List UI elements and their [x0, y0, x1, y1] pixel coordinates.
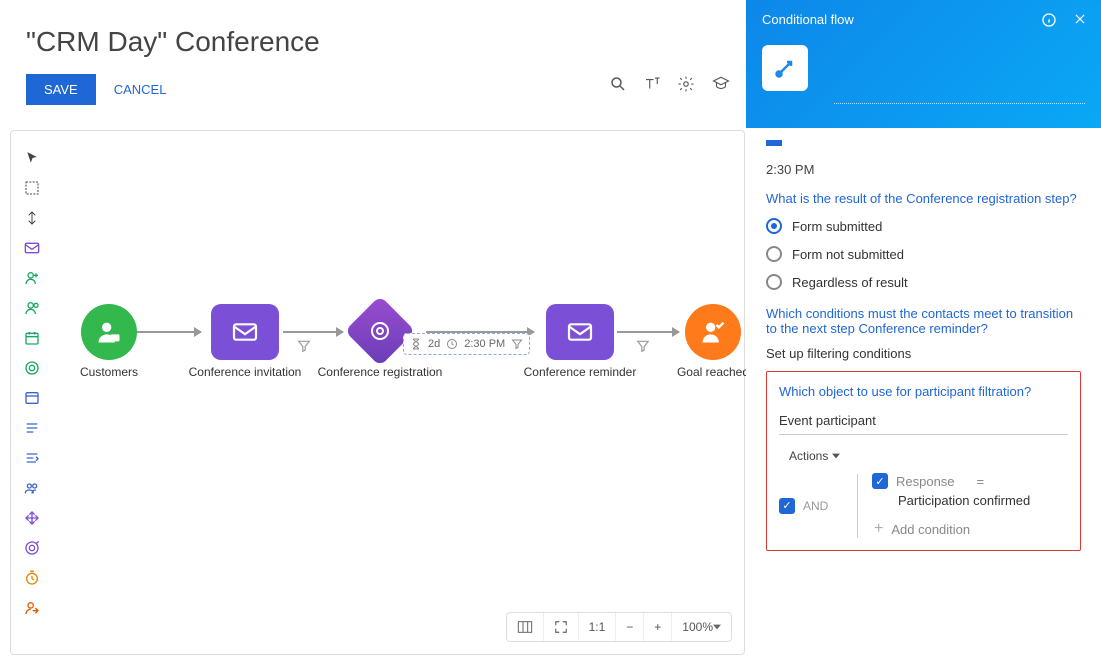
- radio-label: Form submitted: [792, 219, 882, 234]
- plus-icon: +: [874, 520, 883, 538]
- radio-icon: [766, 246, 782, 262]
- filter-icon[interactable]: [297, 339, 311, 356]
- condition-row[interactable]: ✓ Response =: [872, 473, 1068, 489]
- condition-block: ✓ AND ✓ Response = Participation confirm…: [779, 473, 1068, 538]
- checkbox-icon[interactable]: ✓: [779, 498, 795, 514]
- text-tool-icon[interactable]: [643, 75, 661, 98]
- radio-option-2[interactable]: Form not submitted: [766, 246, 1081, 262]
- time-display: 2:30 PM: [766, 156, 1081, 177]
- actions-menu[interactable]: Actions: [789, 449, 1068, 463]
- radio-label: Form not submitted: [792, 247, 904, 262]
- node-goal[interactable]: [685, 304, 741, 360]
- move-icon[interactable]: [23, 509, 41, 527]
- zoom-in-button[interactable]: +: [643, 613, 671, 641]
- timer-icon[interactable]: [23, 569, 41, 587]
- filter-icon: [511, 338, 523, 350]
- exit-icon[interactable]: [23, 599, 41, 617]
- diagram-canvas[interactable]: Customers Conference invitation Conferen…: [53, 131, 744, 654]
- fit-icon[interactable]: [543, 613, 578, 641]
- node-reminder[interactable]: [546, 304, 614, 360]
- node-label: Conference invitation: [175, 365, 315, 379]
- radio-icon: [766, 218, 782, 234]
- group-icon[interactable]: [23, 479, 41, 497]
- node-registration[interactable]: [345, 296, 416, 367]
- condition-value: Participation confirmed: [898, 493, 1068, 508]
- panel-icon-chip: [762, 45, 808, 91]
- event-icon[interactable]: [23, 329, 41, 347]
- save-button[interactable]: SAVE: [26, 74, 96, 105]
- question-conditions: Which conditions must the contacts meet …: [766, 306, 1081, 336]
- zoom-bar: 1:1 − + 100%: [506, 612, 732, 642]
- goal-icon[interactable]: [23, 539, 41, 557]
- condition-field: Response: [896, 474, 955, 489]
- radio-option-1[interactable]: Form submitted: [766, 218, 1081, 234]
- delay-time: 2:30 PM: [464, 338, 505, 350]
- highlighted-section: Which object to use for participant filt…: [766, 371, 1081, 551]
- node-invitation[interactable]: [211, 304, 279, 360]
- checkbox-icon[interactable]: ✓: [872, 473, 888, 489]
- panel-title: Conditional flow: [762, 12, 1085, 27]
- filter-icon[interactable]: [636, 339, 650, 356]
- accent-strip: [766, 140, 782, 146]
- node-label: Customers: [39, 365, 179, 379]
- email-icon[interactable]: [23, 239, 41, 257]
- lasso-icon[interactable]: [23, 179, 41, 197]
- radio-label: Regardless of result: [792, 275, 908, 290]
- clock-icon: [446, 338, 458, 350]
- zoom-ratio[interactable]: 1:1: [578, 613, 616, 641]
- question-object: Which object to use for participant filt…: [779, 384, 1068, 399]
- flow-arrow: [617, 331, 679, 333]
- palette: [11, 131, 53, 654]
- flow-arrow: [137, 331, 201, 333]
- add-audience-icon[interactable]: [23, 269, 41, 287]
- connector-icon[interactable]: [23, 209, 41, 227]
- zoom-out-button[interactable]: −: [615, 613, 643, 641]
- node-label: Conference registration: [310, 365, 450, 379]
- close-icon[interactable]: [1073, 12, 1087, 31]
- zoom-percent[interactable]: 100%: [671, 613, 731, 641]
- delay-days: 2d: [428, 338, 440, 350]
- condition-operator: =: [977, 474, 985, 489]
- node-label: Conference reminder: [510, 365, 650, 379]
- gear-icon[interactable]: [677, 75, 695, 98]
- task-icon[interactable]: [23, 449, 41, 467]
- search-icon[interactable]: [609, 75, 627, 98]
- panel-body: 2:30 PM What is the result of the Confer…: [746, 128, 1101, 663]
- filter-note: Set up filtering conditions: [766, 346, 1081, 361]
- remove-audience-icon[interactable]: [23, 299, 41, 317]
- divider: [857, 474, 858, 538]
- flow-arrow: [283, 331, 343, 333]
- delay-box[interactable]: 2d 2:30 PM: [403, 333, 530, 355]
- info-icon[interactable]: [1041, 12, 1057, 31]
- properties-panel: Conditional flow 2:30 PM What is the res…: [746, 0, 1101, 663]
- chevron-down-icon: [832, 453, 840, 459]
- hourglass-icon: [410, 338, 422, 350]
- header-divider: [834, 103, 1085, 104]
- pointer-icon[interactable]: [23, 149, 41, 167]
- toolbar-right: [609, 75, 731, 98]
- landing-icon[interactable]: [23, 389, 41, 407]
- canvas-area: Customers Conference invitation Conferen…: [10, 130, 745, 655]
- form-icon[interactable]: [23, 419, 41, 437]
- academy-icon[interactable]: [711, 75, 731, 98]
- minimap-icon[interactable]: [507, 613, 543, 641]
- and-label: AND: [803, 499, 828, 513]
- add-condition-button[interactable]: + Add condition: [874, 520, 1068, 538]
- radio-option-3[interactable]: Regardless of result: [766, 274, 1081, 290]
- question-result: What is the result of the Conference reg…: [766, 191, 1081, 206]
- panel-header: Conditional flow: [746, 0, 1101, 128]
- object-input[interactable]: Event participant: [779, 409, 1068, 435]
- node-customers[interactable]: [81, 304, 137, 360]
- radio-icon: [766, 274, 782, 290]
- cancel-button[interactable]: CANCEL: [114, 82, 167, 97]
